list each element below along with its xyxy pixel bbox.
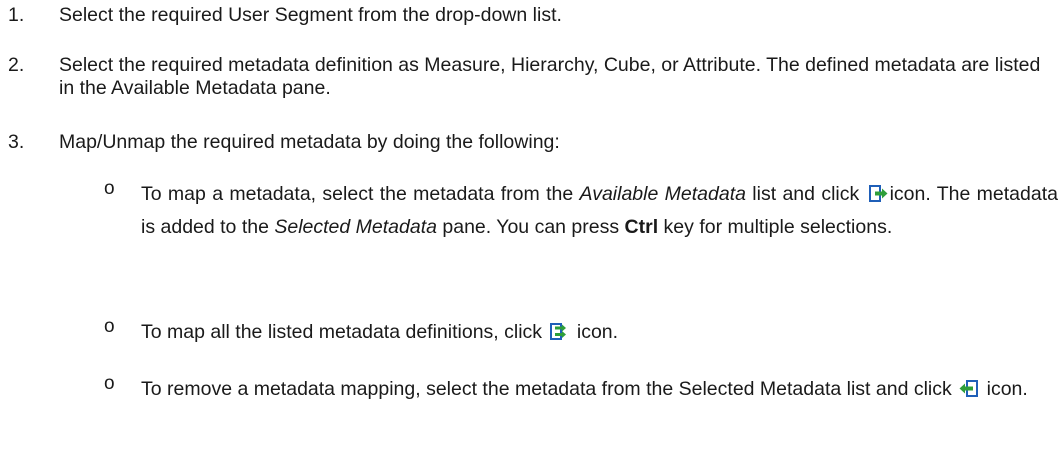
text-span: To map all the listed metadata definitio… — [141, 321, 548, 343]
step-text: Select the required User Segment from th… — [59, 4, 562, 26]
step-text: Map/Unmap the required metadata by doing… — [59, 131, 560, 153]
available-metadata-term: Available Metadata — [579, 183, 746, 205]
sub-item-text: To remove a metadata mapping, select the… — [141, 373, 1058, 406]
step-number: 2. — [8, 54, 25, 76]
text-span: list and click — [745, 183, 866, 205]
map-all-icon — [549, 319, 569, 340]
text-span: pane. You can press — [436, 216, 625, 238]
sub-item-text: To map a metadata, select the metadata f… — [141, 178, 1058, 244]
bullet: o — [104, 178, 115, 199]
unmap-arrow-icon — [959, 376, 979, 397]
ctrl-key: Ctrl — [624, 216, 659, 238]
selected-metadata-term: Selected Metadata — [274, 216, 437, 238]
map-arrow-icon — [868, 181, 888, 202]
bullet: o — [104, 373, 115, 394]
step-text: Select the required metadata definition … — [59, 54, 1041, 99]
text-span: key for multiple selections. — [658, 216, 893, 238]
text-span: To map a metadata, select the metadata f… — [141, 183, 580, 205]
step-number: 1. — [8, 4, 25, 26]
step-number: 3. — [8, 131, 25, 153]
text-span: icon. — [981, 378, 1028, 400]
bullet: o — [104, 316, 115, 337]
instruction-page: 1. Select the required User Segment from… — [0, 0, 1063, 452]
text-span: icon. — [571, 321, 619, 343]
sub-item-text: To map all the listed metadata definitio… — [141, 316, 1058, 349]
text-span: To remove a metadata mapping, select the… — [141, 378, 958, 400]
